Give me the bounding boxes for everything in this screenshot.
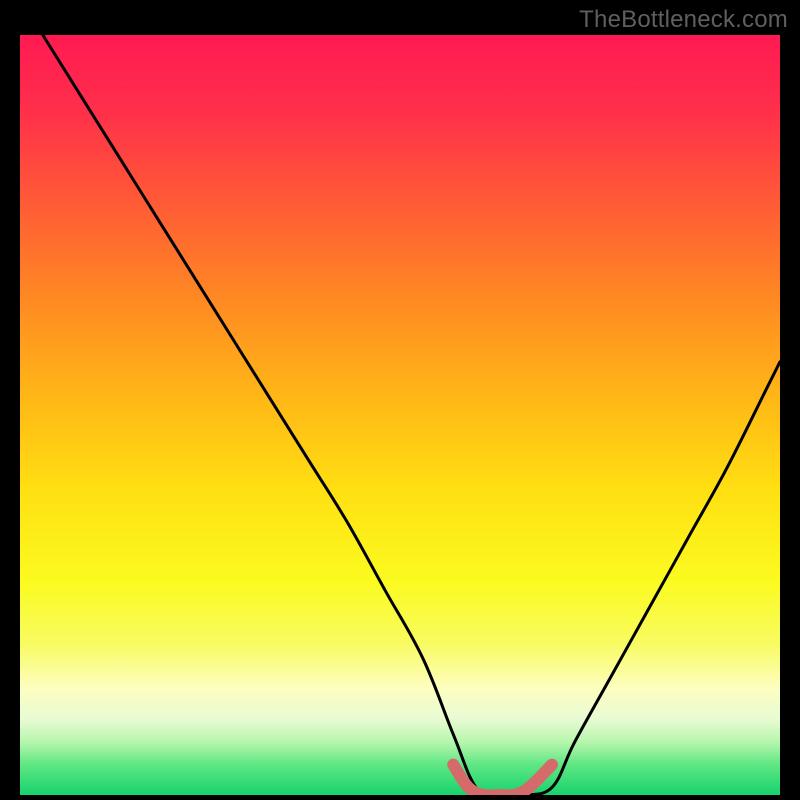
chart-frame [20, 35, 780, 795]
watermark-text: TheBottleneck.com [579, 6, 788, 34]
gradient-background [20, 35, 780, 795]
bottleneck-chart [20, 35, 780, 795]
